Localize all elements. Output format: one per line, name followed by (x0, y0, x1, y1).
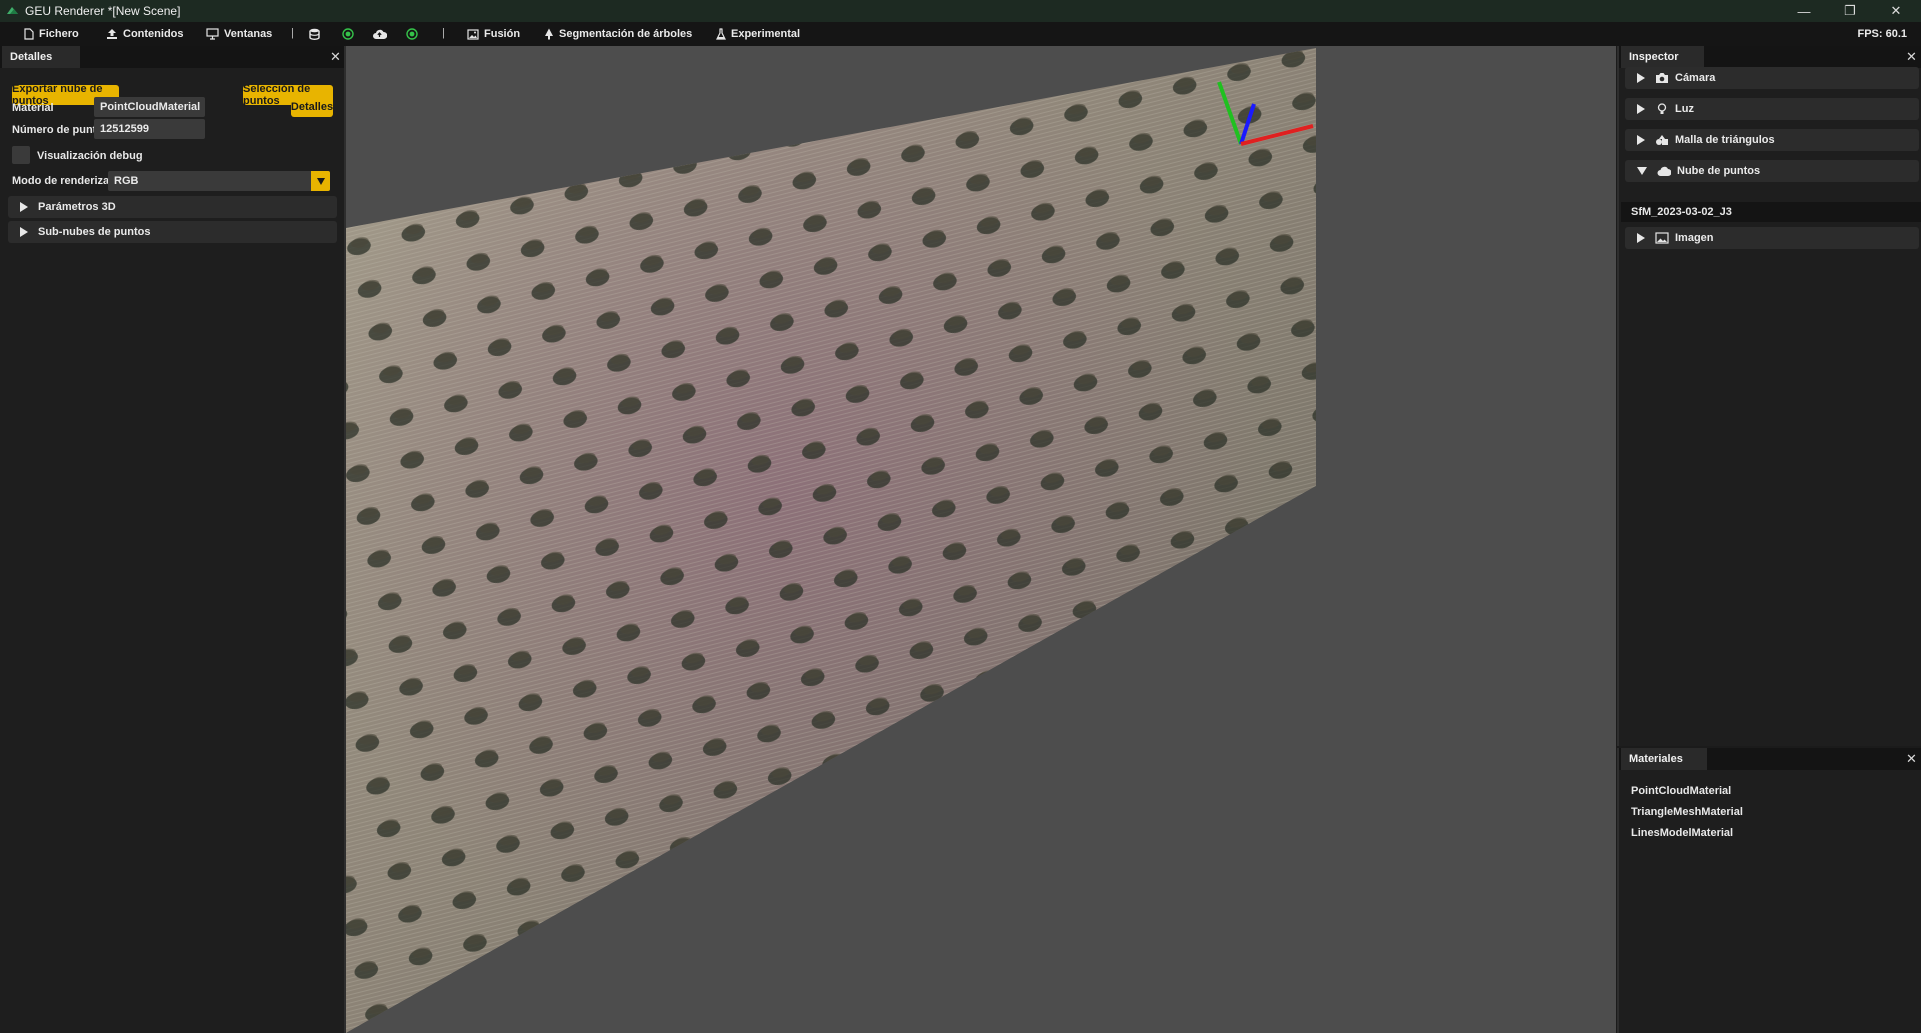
menu-segmentacion[interactable]: Segmentación de árboles (544, 22, 692, 46)
restore-button[interactable]: ❐ (1827, 0, 1873, 22)
inspector-item-label: Cámara (1675, 72, 1716, 84)
params3d-header[interactable]: Parámetros 3D (8, 196, 337, 218)
inspector-item-camera[interactable]: Cámara (1625, 67, 1919, 89)
cloud-upload-icon[interactable] (372, 28, 387, 40)
point-cloud-render (346, 48, 1316, 1033)
menu-separator: | (442, 27, 445, 39)
menu-fichero[interactable]: Fichero (24, 22, 79, 46)
menu-separator: | (291, 27, 294, 39)
expand-arrow-icon (1637, 135, 1645, 145)
materials-panel: Materiales ✕ PointCloudMaterial Triangle… (1617, 748, 1921, 1033)
render-mode-dropdown-button[interactable] (311, 171, 330, 191)
inspector-item-pointcloud[interactable]: Nube de puntos (1625, 160, 1919, 182)
app-logo-icon (7, 7, 18, 14)
inspector-item-image[interactable]: Imagen (1625, 227, 1919, 249)
axis-gizmo[interactable] (1201, 76, 1316, 156)
menu-fichero-label: Fichero (39, 28, 79, 40)
debug-checkbox[interactable] (12, 146, 30, 164)
expand-arrow-icon (20, 202, 28, 212)
render-mode-label: Modo de renderizado (12, 175, 123, 187)
inspector-item-label: Nube de puntos (1677, 165, 1761, 177)
menu-contenidos-label: Contenidos (123, 28, 184, 40)
image-icon (1655, 232, 1669, 244)
expand-arrow-icon (1637, 233, 1645, 243)
params3d-label: Parámetros 3D (38, 201, 116, 213)
inspector-item-label: Imagen (1675, 232, 1714, 244)
menu-bar: Fichero Contenidos Ventanas | | Fusión S… (0, 22, 1921, 46)
menu-experimental[interactable]: Experimental (716, 22, 800, 46)
material-item[interactable]: TriangleMeshMaterial (1631, 806, 1743, 818)
menu-ventanas-label: Ventanas (224, 28, 273, 40)
tab-inspector[interactable]: Inspector (1621, 46, 1704, 68)
close-window-button[interactable]: ✕ (1873, 0, 1919, 22)
expand-arrow-icon (20, 227, 28, 237)
database-icon[interactable] (309, 28, 320, 40)
material-label-text: Material (12, 102, 54, 114)
monitor-icon (206, 28, 219, 40)
inspector-item-label: Luz (1675, 103, 1694, 115)
inspector-item-light[interactable]: Luz (1625, 98, 1919, 120)
cloud-icon (1657, 166, 1671, 176)
collapse-arrow-icon (1637, 167, 1647, 175)
material-field[interactable]: PointCloudMaterial (94, 97, 205, 117)
debug-label: Visualización debug (37, 150, 143, 162)
menu-fusion[interactable]: Fusión (467, 22, 520, 46)
camera-icon (1656, 73, 1668, 83)
subclouds-label: Sub-nubes de puntos (38, 226, 151, 238)
image-icon (467, 28, 479, 40)
details-panel: Detalles ✕ Exportar nube de puntos Selec… (0, 46, 346, 1033)
tab-detalles[interactable]: Detalles (2, 46, 80, 68)
axis-z-icon (1239, 103, 1256, 145)
axis-y-icon (1217, 81, 1243, 145)
shapes-icon (1656, 135, 1668, 145)
expand-arrow-icon (1637, 104, 1645, 114)
material-details-button[interactable]: Detalles (291, 97, 333, 117)
inspector-item-mesh[interactable]: Malla de triángulos (1625, 129, 1919, 151)
points-count-field[interactable]: 12512599 (94, 119, 205, 139)
material-item[interactable]: LinesModelMaterial (1631, 827, 1733, 839)
tree-icon (545, 28, 553, 40)
chevron-down-icon (316, 177, 325, 185)
render-mode-select[interactable]: RGB (108, 171, 330, 191)
close-icon[interactable]: ✕ (330, 49, 341, 65)
title-bar: GEU Renderer *[New Scene] — ❐ ✕ (0, 0, 1921, 22)
axis-x-icon (1240, 124, 1314, 146)
expand-arrow-icon (1637, 73, 1645, 83)
flask-icon (716, 28, 726, 40)
file-icon (24, 28, 34, 40)
record-icon[interactable] (406, 28, 418, 40)
menu-fusion-label: Fusión (484, 28, 521, 40)
tab-materiales[interactable]: Materiales (1621, 748, 1707, 770)
menu-segmentacion-label: Segmentación de árboles (559, 28, 693, 40)
inspector-panel: Inspector ✕ Cámara Luz Malla de triángul… (1617, 46, 1921, 746)
3d-viewport[interactable] (346, 46, 1616, 1033)
fps-counter: FPS: 60.1 (1857, 28, 1907, 40)
menu-experimental-label: Experimental (731, 28, 801, 40)
material-item[interactable]: PointCloudMaterial (1631, 785, 1731, 797)
record-icon[interactable] (342, 28, 354, 40)
close-icon[interactable]: ✕ (1906, 49, 1917, 65)
render-mode-value: RGB (114, 175, 139, 187)
upload-icon (107, 29, 117, 39)
lightbulb-icon (1657, 103, 1667, 114)
menu-ventanas[interactable]: Ventanas (206, 22, 272, 46)
window-title: GEU Renderer *[New Scene] (25, 4, 181, 18)
minimize-button[interactable]: — (1781, 0, 1827, 22)
pointcloud-entry[interactable]: SfM_2023-03-02_J3 (1621, 202, 1921, 222)
menu-contenidos[interactable]: Contenidos (106, 22, 184, 46)
subclouds-header[interactable]: Sub-nubes de puntos (8, 221, 337, 243)
close-icon[interactable]: ✕ (1906, 751, 1917, 767)
pointcloud-entry-label: SfM_2023-03-02_J3 (1631, 206, 1732, 218)
inspector-item-label: Malla de triángulos (1675, 134, 1775, 146)
